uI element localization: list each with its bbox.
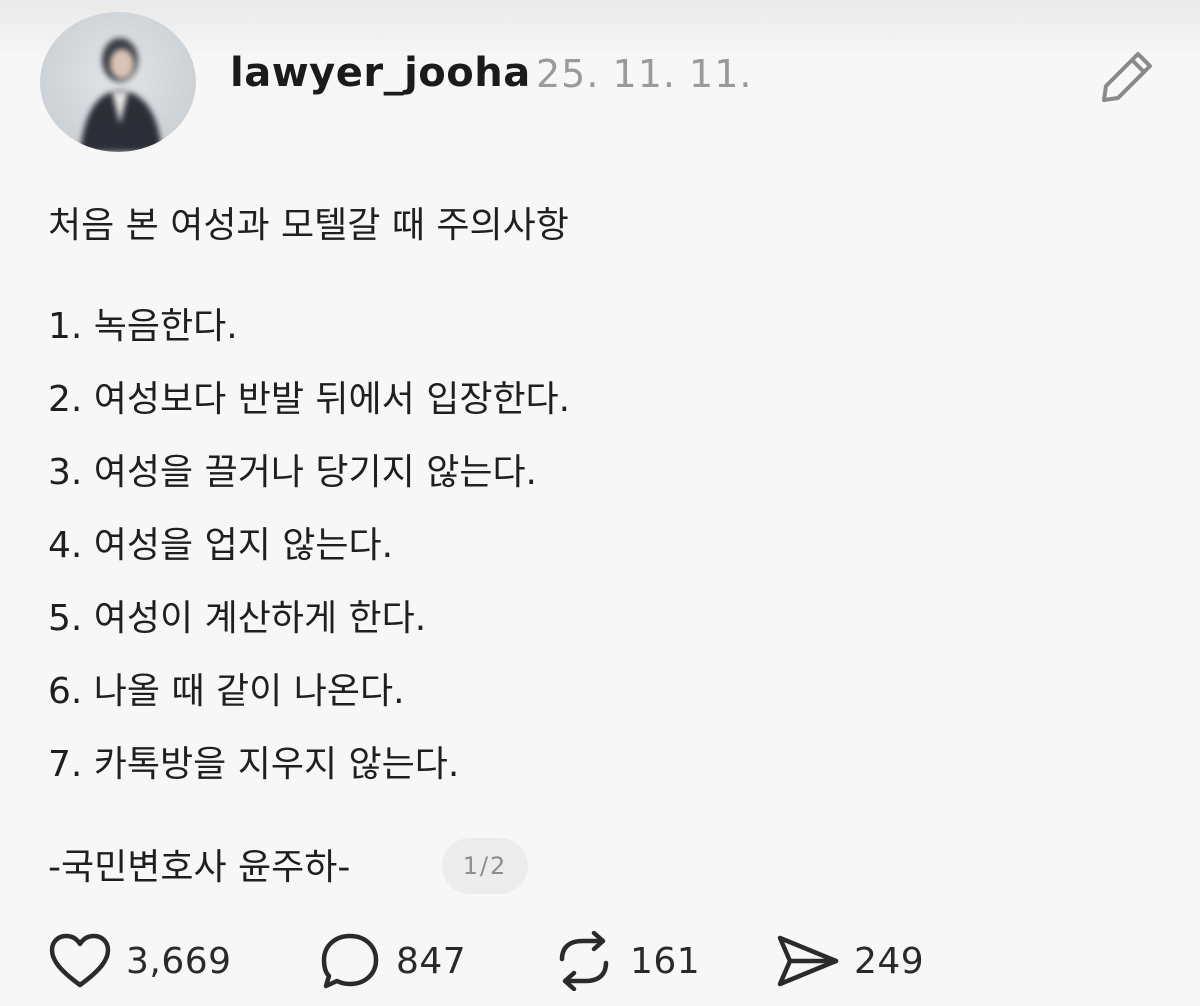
share-button[interactable]: 249 bbox=[776, 926, 924, 996]
list-item: 2. 여성보다 반발 뒤에서 입장한다. bbox=[48, 379, 571, 420]
post-list: 1. 녹음한다. 2. 여성보다 반발 뒤에서 입장한다. 3. 여성을 끌거나… bbox=[48, 300, 570, 811]
like-button[interactable]: 3,669 bbox=[48, 926, 232, 996]
share-count: 249 bbox=[854, 940, 925, 982]
list-item: 4. 여성을 업지 않는다. bbox=[48, 525, 394, 566]
like-count: 3,669 bbox=[126, 940, 232, 982]
page-indicator-badge[interactable]: 1/2 bbox=[442, 838, 528, 894]
list-item: 5. 여성이 계산하게 한다. bbox=[48, 598, 427, 639]
repost-count: 161 bbox=[630, 940, 701, 982]
list-item: 3. 여성을 끌거나 당기지 않는다. bbox=[48, 452, 538, 493]
paper-plane-icon bbox=[777, 935, 839, 987]
username[interactable]: lawyer_jooha bbox=[230, 50, 531, 96]
list-item: 1. 녹음한다. bbox=[48, 306, 238, 347]
action-bar: 3,669 847 161 249 bbox=[0, 926, 1200, 996]
list-item: 6. 나올 때 같이 나온다. bbox=[48, 671, 405, 712]
edit-button[interactable] bbox=[1094, 42, 1162, 110]
speech-bubble-icon bbox=[321, 933, 379, 989]
repost-button[interactable]: 161 bbox=[552, 926, 700, 996]
repost-arrows-icon bbox=[559, 931, 609, 991]
profile-photo-icon bbox=[80, 38, 162, 152]
list-item: 7. 카톡방을 지우지 않는다. bbox=[48, 744, 460, 785]
thread-post: lawyer_jooha 25. 11. 11. 처음 본 여성과 모텔갈 때 … bbox=[0, 0, 1200, 1006]
reply-button[interactable]: 847 bbox=[318, 926, 466, 996]
post-title: 처음 본 여성과 모텔갈 때 주의사항 bbox=[48, 205, 569, 246]
post-signature: -국민변호사 윤주하- bbox=[48, 847, 351, 888]
reply-count: 847 bbox=[396, 940, 467, 982]
post-date: 25. 11. 11. bbox=[536, 52, 753, 96]
pencil-icon bbox=[1102, 52, 1152, 102]
avatar[interactable] bbox=[40, 12, 196, 152]
heart-icon bbox=[49, 933, 111, 988]
